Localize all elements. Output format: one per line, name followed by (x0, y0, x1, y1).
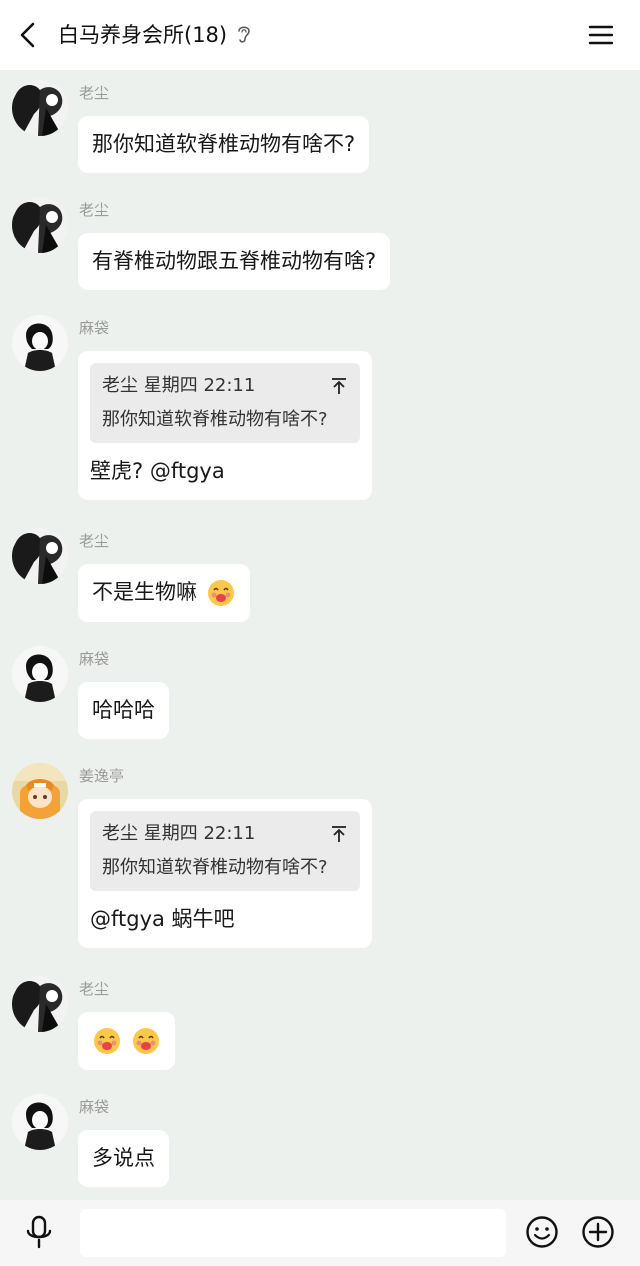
message-text: 不是生物嘛 (92, 580, 197, 604)
message-bubble[interactable]: 老尘 星期四 22:11 那你知道软脊椎动物有啥不? 壁虎? @ftgya (78, 351, 372, 500)
hamburger-menu-icon[interactable] (586, 20, 616, 50)
sender-name: 麻袋 (79, 650, 110, 668)
avatar[interactable] (12, 197, 68, 253)
message-bubble[interactable] (78, 1012, 175, 1070)
message-text: 壁虎? @ftgya (90, 459, 225, 483)
message-text: 那你知道软脊椎动物有啥不? (92, 132, 356, 156)
avatar[interactable] (12, 528, 68, 584)
sender-name: 老尘 (79, 84, 110, 102)
back-chevron-icon[interactable] (14, 20, 44, 50)
smiley-icon[interactable] (525, 1215, 559, 1249)
chat-message-list[interactable]: 老尘 那你知道软脊椎动物有啥不? 老尘 有脊椎动物跟五脊椎动物有啥? 麻袋 老尘… (0, 70, 640, 1200)
quote-header: 老尘 星期四 22:11 (102, 823, 256, 844)
message-text: 多说点 (92, 1146, 155, 1170)
microphone-icon[interactable] (22, 1214, 56, 1250)
avatar[interactable] (12, 763, 68, 819)
sender-name: 麻袋 (79, 319, 110, 337)
avatar[interactable] (12, 976, 68, 1032)
yum-emoji-icon (132, 1028, 159, 1054)
sender-name: 老尘 (79, 201, 110, 219)
quote-text: 那你知道软脊椎动物有啥不? (102, 857, 328, 878)
message-bubble[interactable]: 那你知道软脊椎动物有啥不? (78, 116, 370, 173)
avatar[interactable] (12, 315, 68, 371)
avatar[interactable] (12, 1094, 68, 1150)
message-input[interactable] (80, 1209, 506, 1257)
avatar[interactable] (12, 646, 68, 702)
message-bubble[interactable]: 有脊椎动物跟五脊椎动物有啥? (78, 233, 391, 290)
message-bubble[interactable]: 哈哈哈 (78, 682, 169, 739)
top-bar: 白马养身会所(18) (0, 0, 640, 70)
quoted-message[interactable]: 老尘 星期四 22:11 那你知道软脊椎动物有啥不? (90, 363, 360, 443)
ear-icon (238, 26, 250, 43)
jump-to-top-icon[interactable] (330, 825, 348, 843)
message-text: 有脊椎动物跟五脊椎动物有啥? (92, 249, 377, 273)
avatar[interactable] (12, 80, 68, 136)
yum-emoji-icon (94, 1028, 120, 1054)
quote-header: 老尘 星期四 22:11 (102, 375, 256, 396)
quoted-message[interactable]: 老尘 星期四 22:11 那你知道软脊椎动物有啥不? (90, 811, 360, 891)
chat-title-wrap[interactable]: 白马养身会所(18) (58, 19, 253, 49)
message-bubble[interactable]: 老尘 星期四 22:11 那你知道软脊椎动物有啥不? @ftgya 蜗牛吧 (78, 799, 372, 948)
message-text: 哈哈哈 (92, 698, 155, 722)
message-bubble[interactable]: 不是生物嘛 (78, 564, 250, 622)
yum-emoji-icon (207, 580, 234, 606)
chat-title: 白马养身会所(18) (58, 23, 228, 47)
quote-text: 那你知道软脊椎动物有啥不? (102, 409, 328, 430)
sender-name: 老尘 (79, 980, 110, 998)
jump-to-top-icon[interactable] (330, 377, 348, 395)
message-bubble[interactable]: 多说点 (78, 1130, 169, 1187)
plus-circle-icon[interactable] (581, 1215, 615, 1249)
sender-name: 姜逸亭 (79, 767, 125, 785)
message-text: @ftgya 蜗牛吧 (90, 907, 235, 931)
sender-name: 老尘 (79, 532, 110, 550)
input-bar (0, 1200, 640, 1266)
sender-name: 麻袋 (79, 1098, 110, 1116)
